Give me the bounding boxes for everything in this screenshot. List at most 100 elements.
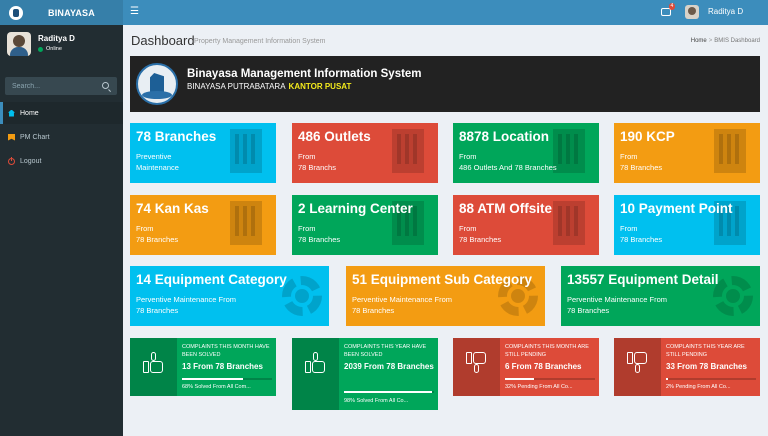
complaint-progress [505, 378, 595, 380]
status-dot-icon [38, 46, 43, 52]
stat-line1: From [136, 224, 154, 233]
thumbs-up-icon [305, 352, 327, 374]
complaint-progress [344, 391, 434, 393]
stat-title: 2 Learning Center [298, 201, 413, 216]
sidebar-item-home[interactable]: Home [0, 102, 123, 124]
stat-title: 8878 Location [459, 129, 550, 144]
stat-line2: 486 Outlets And 78 Branches [459, 163, 557, 172]
stat-line1: Preventive [136, 152, 172, 161]
stat-title: 88 ATM Offsite [459, 201, 553, 216]
user-avatar[interactable] [685, 5, 699, 19]
complaint-heading: COMPLAINTS THIS YEAR ARE STILL PENDING [666, 344, 745, 358]
stat-box-equipment-sub-category[interactable]: 51 Equipment Sub Category Perventive Mai… [346, 266, 545, 326]
sidebar-item-logout[interactable]: Logout [0, 150, 123, 172]
complaint-heading: COMPLAINTS THIS MONTH HAVE BEEN SOLVED [182, 344, 270, 358]
stat-title: 190 KCP [620, 129, 675, 144]
stat-line2: 78 Branches [620, 235, 663, 244]
building-icon [392, 129, 424, 173]
breadcrumb-home[interactable]: Home [691, 38, 707, 44]
company-logo-icon [136, 63, 178, 105]
stat-title: 51 Equipment Sub Category [352, 272, 533, 287]
user-menu-name[interactable]: Raditya D [708, 7, 743, 16]
banner-title: Binayasa Management Information System [187, 68, 422, 80]
thumbs-up-icon [143, 352, 165, 374]
complaint-heading: COMPLAINTS THIS MONTH ARE STILL PENDING [505, 344, 589, 358]
page-title: Dashboard [131, 33, 195, 48]
stat-line1: From [298, 224, 316, 233]
stat-line1: From [459, 152, 477, 161]
page-subtitle: Property Management Information System [194, 38, 326, 45]
stat-line2: 78 Branches [136, 306, 179, 315]
complaint-description: 2% Pending From All Co... [666, 384, 731, 390]
stat-title: 13557 Equipment Detail [567, 272, 719, 287]
stat-line1: From [620, 224, 638, 233]
stat-title: 78 Branches [136, 129, 217, 144]
hamburger-icon[interactable]: ☰ [130, 7, 139, 17]
building-icon [553, 201, 585, 245]
sidebar: Raditya D Online Home PM Chart Logout [0, 25, 123, 436]
app-logo[interactable]: BINAYASA [0, 0, 123, 25]
stat-box-equipment-category[interactable]: 14 Equipment Category Perventive Mainten… [130, 266, 329, 326]
bookmark-icon [8, 133, 15, 141]
stat-box-learning-center[interactable]: 2 Learning Center From 78 Branches [292, 195, 438, 255]
stat-line2: 78 Branches [567, 306, 610, 315]
logo-icon [9, 5, 23, 20]
sidebar-item-label: Home [20, 109, 39, 117]
stat-box-kan-kas[interactable]: 74 Kan Kas From 78 Branches [130, 195, 276, 255]
stat-line2: 78 Branches [136, 235, 179, 244]
banner-subtitle: BINAYASA PUTRABATARA KANTOR PUSAT [187, 82, 352, 91]
stat-line2: 78 Branches [298, 235, 341, 244]
stat-line1: Perventive Maintenance From [136, 295, 237, 304]
complaint-count: 33 From 78 Branches [666, 362, 747, 371]
home-icon [8, 109, 15, 117]
building-icon [553, 129, 585, 173]
complaint-description: 68% Solved From All Com... [182, 384, 251, 390]
stat-box-payment-point[interactable]: 10 Payment Point From 78 Branches [614, 195, 760, 255]
stat-line2: Maintenance [136, 163, 179, 172]
breadcrumb: Home > BMIS Dashboard [690, 38, 760, 44]
stat-box-branches[interactable]: 78 Branches Preventive Maintenance [130, 123, 276, 183]
status-label: Online [46, 46, 62, 52]
gear-icon [713, 276, 753, 316]
complaint-count: 13 From 78 Branches [182, 362, 263, 371]
search-icon[interactable] [102, 82, 109, 89]
stat-box-outlets[interactable]: 486 Outlets From 78 Branchs [292, 123, 438, 183]
stat-title: 74 Kan Kas [136, 201, 209, 216]
app-title: BINAYASA [48, 7, 95, 18]
stat-line2: 78 Branches [459, 235, 502, 244]
thumbs-down-icon [466, 352, 488, 374]
building-icon [714, 129, 746, 173]
gear-icon [282, 276, 322, 316]
banner-office: KANTOR PUSAT [288, 82, 352, 91]
stat-box-equipment-detail[interactable]: 13557 Equipment Detail Perventive Mainte… [561, 266, 760, 326]
stat-line1: Perventive Maintenance From [352, 295, 453, 304]
complaint-progress [666, 378, 756, 380]
complaint-description: 32% Pending From All Co... [505, 384, 573, 390]
stat-box-location[interactable]: 8878 Location From 486 Outlets And 78 Br… [453, 123, 599, 183]
stat-box-kcp[interactable]: 190 KCP From 78 Branches [614, 123, 760, 183]
complaint-description: 98% Solved From All Co... [344, 398, 409, 404]
welcome-banner: Binayasa Management Information System B… [130, 56, 760, 112]
complaint-progress [182, 378, 272, 380]
complaint-box-year-solved[interactable]: COMPLAINTS THIS YEAR HAVE BEEN SOLVED 20… [292, 338, 438, 410]
search-input[interactable] [5, 77, 100, 95]
complaint-box-month-pending[interactable]: COMPLAINTS THIS MONTH ARE STILL PENDING … [453, 338, 599, 396]
thumbs-down-icon [627, 352, 649, 374]
complaint-box-month-solved[interactable]: COMPLAINTS THIS MONTH HAVE BEEN SOLVED 1… [130, 338, 276, 396]
power-icon [8, 156, 15, 165]
sidebar-avatar [7, 32, 31, 56]
complaint-heading: COMPLAINTS THIS YEAR HAVE BEEN SOLVED [344, 344, 427, 358]
sidebar-item-pm-chart[interactable]: PM Chart [0, 126, 123, 148]
sidebar-item-label: Logout [20, 157, 42, 165]
breadcrumb-current: BMIS Dashboard [714, 38, 760, 44]
stat-line1: From [459, 224, 477, 233]
building-icon [230, 129, 262, 173]
stat-line1: From [620, 152, 638, 161]
stat-title: 486 Outlets [298, 129, 371, 144]
stat-box-atm-offsite[interactable]: 88 ATM Offsite From 78 Branches [453, 195, 599, 255]
stat-line2: 78 Branches [352, 306, 395, 315]
complaint-count: 6 From 78 Branches [505, 362, 582, 371]
complaint-box-year-pending[interactable]: COMPLAINTS THIS YEAR ARE STILL PENDING 3… [614, 338, 760, 396]
sidebar-user-name: Raditya D [38, 34, 75, 43]
top-navbar: ☰ 4 Raditya D [123, 0, 768, 25]
